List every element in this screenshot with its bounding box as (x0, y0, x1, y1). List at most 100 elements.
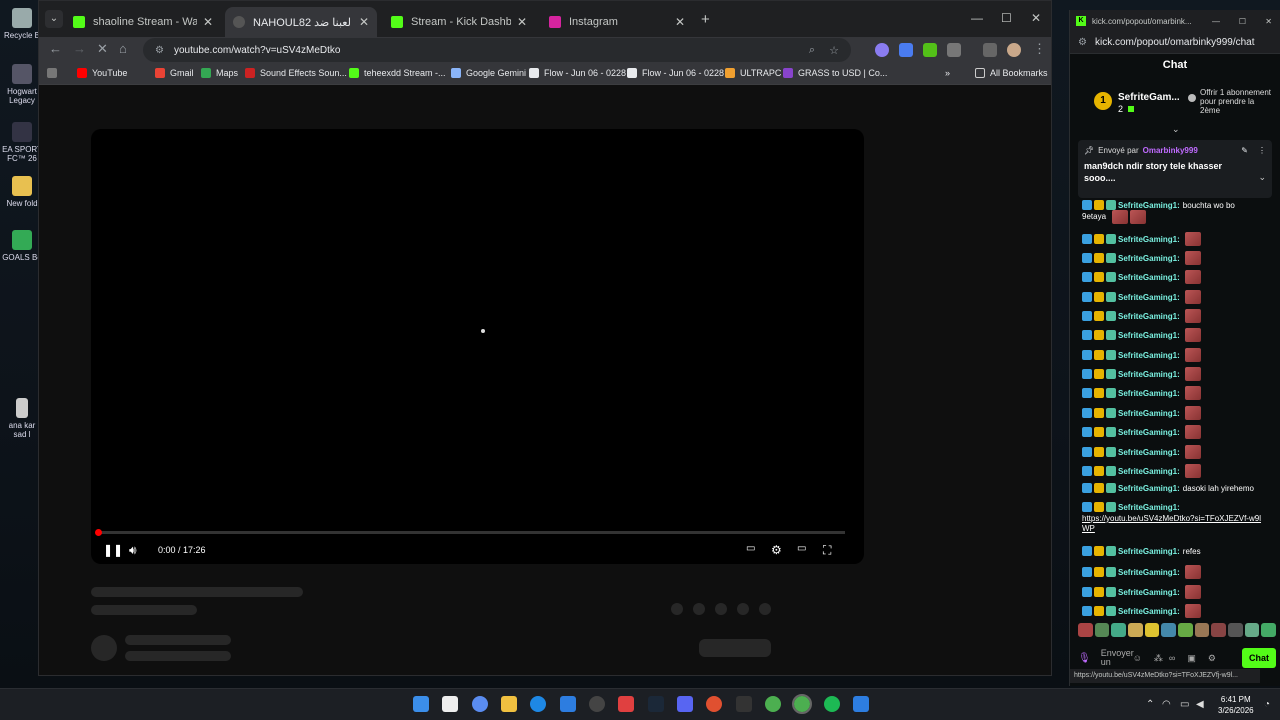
extensions-puzzle-icon[interactable] (947, 43, 961, 57)
stop-loading-icon[interactable]: ✕ (97, 41, 108, 57)
bookmark-grass[interactable]: GRASS to USD | Co... (783, 68, 887, 78)
chat-username[interactable]: SefriteGaming1: (1118, 201, 1180, 210)
infinity-icon[interactable]: ∞ (1169, 653, 1175, 663)
wifi-icon[interactable]: ◠ (1162, 699, 1171, 710)
chat-username[interactable]: SefriteGaming1: (1118, 351, 1180, 360)
chrome-active-icon[interactable] (792, 694, 812, 714)
tab-close-icon[interactable]: ✕ (359, 15, 369, 29)
pen-app-icon[interactable] (442, 696, 458, 712)
more-options-icon[interactable]: ⋮ (1258, 146, 1266, 155)
copilot-icon[interactable] (472, 696, 488, 712)
gift-icon[interactable]: ▣ (1187, 653, 1196, 664)
chrome-icon[interactable] (765, 696, 781, 712)
extension-icon[interactable] (923, 43, 937, 57)
bookmark-teheexdd[interactable]: teheexdd Stream -... (349, 68, 446, 78)
desktop-icon-hogwarts[interactable]: Hogwart Legacy (2, 64, 42, 105)
pinned-by-user[interactable]: Omarbinky999 (1143, 146, 1198, 155)
all-bookmarks-folder[interactable]: All Bookmarks (975, 68, 1048, 78)
desktop-icon-file[interactable]: ana kar sad l (2, 398, 42, 439)
chat-username[interactable]: SefriteGaming1: (1118, 547, 1180, 556)
profile-avatar-icon[interactable] (1007, 43, 1021, 57)
subtitles-icon[interactable]: ▭ (746, 543, 755, 554)
chat-input[interactable]: 🎙︎ Envoyer un ☺ ⁂ ∞ ▣ ⚙ (1078, 647, 1238, 669)
volume-icon[interactable]: ◀ (1196, 699, 1204, 710)
network-icon[interactable]: ▭ (1180, 699, 1189, 710)
emote-icon[interactable] (1261, 623, 1277, 637)
tab-kick-dashboard[interactable]: Stream - Kick Dashboard ✕ (383, 7, 535, 37)
reading-list-icon[interactable] (983, 43, 997, 57)
microphone-icon[interactable]: 🎙︎ (1078, 653, 1091, 664)
quick-emote-icon[interactable]: ⁂ (1154, 653, 1163, 664)
tray-chevron-icon[interactable]: ⌃ (1146, 699, 1154, 710)
close-window-icon[interactable]: ✕ (1031, 11, 1041, 25)
collapse-chevron-icon[interactable]: ⌄ (1172, 124, 1180, 135)
back-arrow-icon[interactable]: ← (49, 41, 62, 56)
chat-username[interactable]: SefriteGaming1: (1118, 588, 1180, 597)
chat-username[interactable]: SefriteGaming1: (1118, 331, 1180, 340)
store-icon[interactable] (560, 696, 576, 712)
tab-close-icon[interactable]: ✕ (203, 15, 213, 29)
site-info-icon[interactable]: ⚙ (155, 45, 164, 56)
zoom-search-icon[interactable]: ⌕ (809, 44, 815, 57)
edge-icon[interactable] (530, 696, 546, 712)
emote-icon[interactable] (1211, 623, 1227, 637)
close-window-icon[interactable]: ✕ (1265, 17, 1272, 26)
bookmark-flow-1[interactable]: Flow - Jun 06 - 0228 (529, 68, 626, 78)
chat-send-button[interactable]: Chat (1242, 648, 1276, 668)
notification-bell-icon[interactable]: ◔ (1264, 699, 1270, 710)
progress-bar[interactable] (97, 531, 845, 534)
chat-username[interactable]: SefriteGaming1: (1118, 484, 1180, 493)
emote-icon[interactable] (1244, 623, 1260, 637)
volume-icon[interactable]: 🔊︎ (129, 543, 137, 558)
chat-username[interactable]: SefriteGaming1: (1118, 503, 1180, 512)
bookmark-gemini[interactable]: Google Gemini (451, 68, 526, 78)
bookmarks-overflow-chevron-icon[interactable]: » (945, 68, 950, 78)
desktop-icon-goals[interactable]: GOALS Be (2, 230, 42, 262)
menu-kebab-icon[interactable]: ⋮ (1033, 41, 1046, 57)
chat-username[interactable]: SefriteGaming1: (1118, 389, 1180, 398)
tab-close-icon[interactable]: ✕ (675, 15, 685, 29)
chat-username[interactable]: SefriteGaming1: (1118, 273, 1180, 282)
obs-icon[interactable] (706, 696, 722, 712)
emote-icon[interactable] (1178, 623, 1193, 637)
forward-arrow-icon[interactable]: → (73, 41, 86, 56)
address-bar[interactable]: ⚙ youtube.com/watch?v=uSV4zMeDtko ⌕ ☆ (143, 38, 851, 62)
tab-close-icon[interactable]: ✕ (517, 15, 527, 29)
tab-search-dropdown[interactable]: ⌄ (45, 10, 63, 28)
emote-icon[interactable] (1128, 623, 1143, 637)
bookmark-flow-2[interactable]: Flow - Jun 06 - 0228 (627, 68, 724, 78)
emote-icon[interactable] (1094, 623, 1110, 637)
expand-chevron-icon[interactable]: ⌄ (1258, 172, 1266, 183)
start-windows-icon[interactable] (413, 696, 429, 712)
tab-instagram[interactable]: Instagram ✕ (541, 7, 693, 37)
extension-icon[interactable] (875, 43, 889, 57)
extension-icon[interactable] (899, 43, 913, 57)
pause-icon[interactable]: ❚❚ (103, 543, 123, 557)
progress-scrubber[interactable] (95, 529, 102, 536)
theater-mode-icon[interactable]: ▭ (797, 543, 806, 554)
emote-icon[interactable] (1194, 623, 1210, 637)
unpin-icon[interactable]: ✎ (1241, 146, 1248, 155)
game-app-icon[interactable] (589, 696, 605, 712)
bookmark-ultrapc[interactable]: ULTRAPC (725, 68, 781, 78)
bookmark-gmail[interactable]: Gmail (155, 68, 194, 78)
maximize-icon[interactable]: ☐ (1001, 11, 1012, 25)
chat-username[interactable]: SefriteGaming1: (1118, 254, 1180, 263)
new-tab-button[interactable]: + (701, 11, 710, 28)
spotify-icon[interactable] (824, 696, 840, 712)
fullscreen-icon[interactable]: ⛶ (823, 543, 831, 558)
chat-username[interactable]: SefriteGaming1: (1118, 568, 1180, 577)
minimize-icon[interactable]: — (1212, 17, 1220, 26)
bookmark-sound-effects[interactable]: Sound Effects Soun... (245, 68, 347, 78)
chat-username[interactable]: SefriteGaming1: (1118, 293, 1180, 302)
chat-username[interactable]: SefriteGaming1: (1118, 607, 1180, 616)
chat-username[interactable]: SefriteGaming1: (1118, 448, 1180, 457)
tab-shaoline-stream[interactable]: shaoline Stream - Watch Live o ✕ (65, 7, 221, 37)
desktop-icon-recycle-bin[interactable]: Recycle B (2, 8, 42, 40)
adobe-icon[interactable] (618, 696, 634, 712)
apps-grid-icon[interactable] (47, 68, 62, 78)
notepad-icon[interactable] (853, 696, 869, 712)
home-icon[interactable]: ⌂ (119, 41, 127, 56)
site-info-icon[interactable]: ⚙ (1078, 37, 1087, 48)
bookmark-star-icon[interactable]: ☆ (829, 44, 839, 57)
